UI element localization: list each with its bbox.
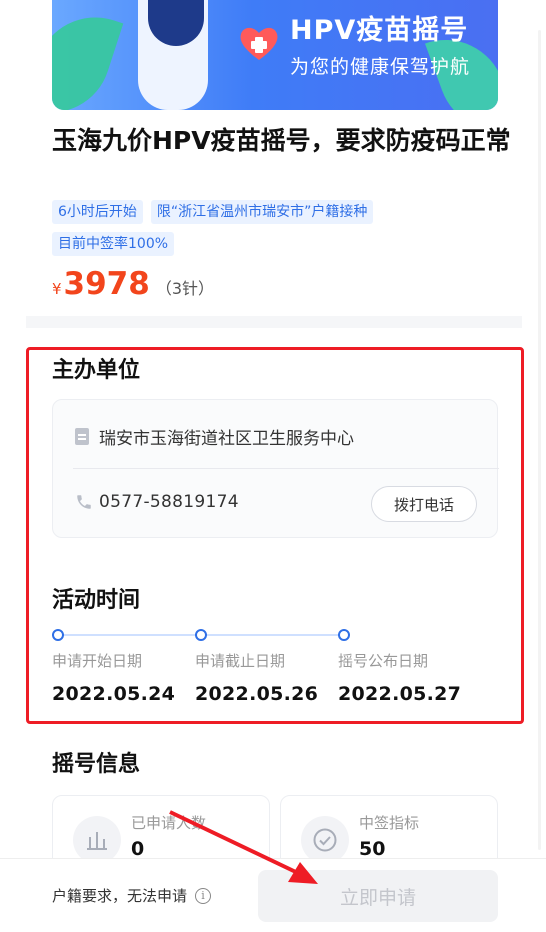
bar-chart-icon [87,832,107,850]
tag-start-time: 6小时后开始 [52,200,143,224]
price: ¥ 3978 （3针） [52,266,214,302]
bottom-action-bar: 户籍要求，无法申请 i 立即申请 [0,858,546,932]
currency-symbol: ¥ [52,280,62,298]
info-icon[interactable]: i [195,887,212,904]
section-divider [26,316,522,328]
stat-value: 50 [359,838,386,860]
tag-win-rate: 目前中签率100% [52,232,175,256]
stat-label: 中签指标 [359,814,420,832]
apply-button[interactable]: 立即申请 [258,870,498,922]
banner-subtitle: 为您的健康保驾护航 [290,56,471,78]
price-value: 3978 [63,266,150,302]
tag-list: 6小时后开始 限“浙江省温州市瑞安市”户籍接种 目前中签率100% [52,200,502,256]
residency-note: 户籍要求，无法申请 i [52,885,212,906]
check-circle-icon [313,828,337,852]
stat-label: 已申请人数 [131,814,207,832]
heart-icon [240,27,278,60]
dose-count: （3针） [155,279,215,298]
event-title: 玉海九价HPV疫苗摇号，要求防疫码正常 [52,126,511,155]
residency-note-text: 户籍要求，无法申请 [52,887,188,905]
tag-residency: 限“浙江省温州市瑞安市”户籍接种 [150,200,374,224]
stat-icon-background [301,816,349,864]
banner-title: HPV疫苗摇号 [290,15,469,46]
highlight-box [26,347,524,724]
banner: HPV疫苗摇号 为您的健康保驾护航 [52,0,498,110]
scrollbar[interactable] [538,30,541,850]
stat-icon-background [73,816,121,864]
lottery-info-section-title: 摇号信息 [52,752,141,777]
stat-value: 0 [131,838,145,860]
leaf-decoration [52,1,124,110]
